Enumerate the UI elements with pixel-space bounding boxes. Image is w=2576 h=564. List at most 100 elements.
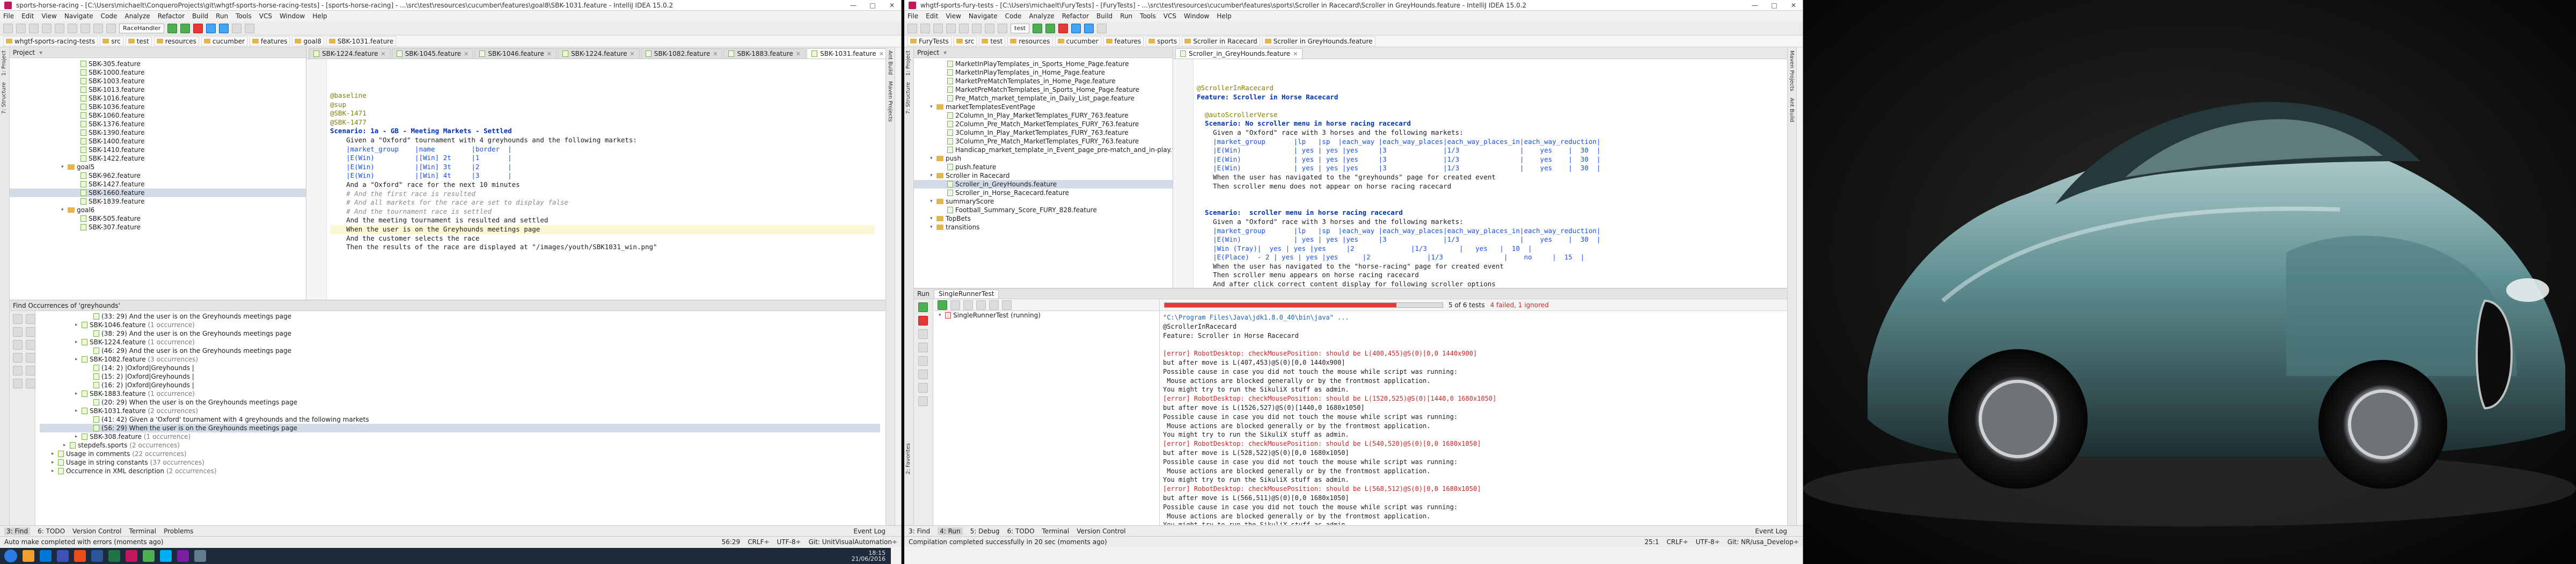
- menu-item-tools[interactable]: Tools: [236, 12, 252, 20]
- menu-item-edit[interactable]: Edit: [926, 12, 938, 20]
- menu-item-navigate[interactable]: Navigate: [969, 12, 998, 20]
- menu-item-view[interactable]: View: [946, 12, 961, 20]
- sync-icon[interactable]: [29, 23, 39, 33]
- vcs-commit-icon[interactable]: [1084, 23, 1094, 33]
- project-panel-title[interactable]: Project: [13, 49, 35, 56]
- sync-icon[interactable]: [933, 23, 943, 33]
- menu-item-window[interactable]: Window: [280, 12, 305, 20]
- find-result-row[interactable]: ▸ stepdefs.sports (2 occurrences): [40, 441, 880, 450]
- expand-arrow-icon[interactable]: ▾: [61, 207, 65, 213]
- find-result-row[interactable]: (16: 2) |Oxford|Greyhounds |: [40, 381, 880, 389]
- rerun-icon[interactable]: [918, 302, 928, 312]
- find-result-row[interactable]: ▸ SBK-1046.feature (1 occurrence): [40, 321, 880, 329]
- close-tab-icon[interactable]: ✕: [1293, 50, 1298, 57]
- breadcrumb-item[interactable]: sports: [1146, 36, 1180, 46]
- tree-file-node[interactable]: SBK-962.feature: [10, 171, 306, 180]
- breadcrumb-item[interactable]: Scroller in GreyHounds.feature: [1262, 36, 1375, 46]
- breadcrumb-item[interactable]: features: [249, 36, 290, 46]
- tree-folder-node[interactable]: ▾ summaryScore: [914, 197, 1173, 206]
- expand-arrow-icon[interactable]: ▸: [52, 460, 56, 465]
- undo-icon[interactable]: [42, 23, 52, 33]
- tree-file-node[interactable]: Football_Summary_Score_FURY_828.feature: [914, 206, 1173, 214]
- tree-file-node[interactable]: SBK-1016.feature: [10, 94, 306, 103]
- tree-folder-node[interactable]: ▾ goal6: [10, 206, 306, 214]
- breadcrumb-item[interactable]: test: [125, 36, 152, 46]
- skype-icon[interactable]: [160, 550, 172, 562]
- find-result-row[interactable]: ▸ Occurrence in XML description (2 occurre…: [40, 467, 880, 475]
- tree-folder-node[interactable]: ▾ goal5: [10, 163, 306, 171]
- ant-build-tab[interactable]: Ant Build: [886, 47, 894, 78]
- close-tab-icon[interactable]: ✕: [713, 50, 718, 57]
- tree-file-node[interactable]: Scroller_in_GreyHounds.feature: [914, 180, 1173, 189]
- close-run-icon[interactable]: [918, 396, 928, 406]
- debug-icon[interactable]: [1045, 23, 1056, 33]
- tree-file-node[interactable]: MarketPreMatchTemplates_in_Home_Page.fea…: [914, 77, 1173, 85]
- vcs-commit-icon[interactable]: [219, 23, 229, 33]
- filter-icon[interactable]: [26, 327, 35, 337]
- menu-item-code[interactable]: Code: [1005, 12, 1022, 20]
- editor-tab[interactable]: SBK-1046.feature ✕: [474, 48, 557, 59]
- find-result-row[interactable]: ▸ Usage in string constants (37 occurrence…: [40, 458, 880, 467]
- find-result-row[interactable]: (38: 29) And the user is on the Greyhoun…: [40, 329, 880, 338]
- expand-arrow-icon[interactable]: ▸: [75, 391, 79, 396]
- tree-file-node[interactable]: SBK-1410.feature: [10, 146, 306, 154]
- status-widget[interactable]: CRLF÷: [1666, 538, 1688, 546]
- editor-tab[interactable]: SBK-1082.feature ✕: [640, 48, 723, 59]
- find-result-row[interactable]: (41: 42) Given a 'Oxford' tournament wit…: [40, 415, 880, 424]
- pin-icon[interactable]: [13, 340, 23, 350]
- breadcrumb-item[interactable]: cucumber: [1055, 36, 1101, 46]
- tree-folder-node[interactable]: ▾ push: [914, 154, 1173, 163]
- close-tab-icon[interactable]: ✕: [464, 50, 469, 57]
- event-log-tab[interactable]: Event Log: [853, 527, 885, 535]
- ie-browser-icon[interactable]: [40, 550, 52, 562]
- expand-arrow-icon[interactable]: ▸: [52, 468, 56, 474]
- previous-icon[interactable]: [13, 366, 23, 375]
- breadcrumb-item[interactable]: resources: [153, 36, 199, 46]
- find-result-row[interactable]: ▸ SBK-1031.feature (2 occurrences): [40, 407, 880, 415]
- expand-all-icon[interactable]: [918, 343, 928, 352]
- tree-file-node[interactable]: push.feature: [914, 163, 1173, 171]
- menu-item-run[interactable]: Run: [1120, 12, 1132, 20]
- project-tool-tab[interactable]: 1: Project: [904, 47, 912, 79]
- tree-file-node[interactable]: SBK-1400.feature: [10, 137, 306, 146]
- status-widget[interactable]: UTF-8÷: [777, 538, 801, 546]
- tree-file-node[interactable]: 3Column_Pre_Match_MarketTemplates_FURY_7…: [914, 137, 1173, 146]
- tree-file-node[interactable]: SBK-1013.feature: [10, 85, 306, 94]
- menu-item-build[interactable]: Build: [1096, 12, 1113, 20]
- bottom-tool-tab[interactable]: 5: Debug: [970, 527, 1000, 535]
- stop-run-icon[interactable]: [918, 316, 928, 326]
- settings-find-icon[interactable]: [13, 379, 23, 388]
- group-icon[interactable]: [26, 314, 35, 324]
- find-result-row[interactable]: (46: 29) And the user is on the Greyhoun…: [40, 346, 880, 355]
- run-console-output[interactable]: "C:\Program Files\Java\jdk1.8.0_40\bin\j…: [1160, 311, 1787, 525]
- expand-arrow-icon[interactable]: ▾: [61, 164, 65, 170]
- menu-item-view[interactable]: View: [41, 12, 56, 20]
- tree-file-node[interactable]: SBK-1390.feature: [10, 128, 306, 137]
- settings-icon[interactable]: [1097, 23, 1107, 33]
- copy-icon[interactable]: [80, 23, 90, 33]
- expand-arrow-icon[interactable]: ▾: [930, 156, 934, 161]
- editor-tab[interactable]: SBK-1883.feature ✕: [723, 48, 806, 59]
- menu-item-run[interactable]: Run: [216, 12, 228, 20]
- tree-folder-node[interactable]: ▾ transitions: [914, 223, 1173, 232]
- bottom-tool-tab[interactable]: 3: Find: [4, 527, 31, 535]
- find-result-row[interactable]: ▸ Usage in comments (22 occurrences): [40, 450, 880, 458]
- save-icon[interactable]: [16, 23, 26, 33]
- expand-arrow-icon[interactable]: ▾: [930, 216, 934, 221]
- chrome-icon[interactable]: [143, 550, 155, 562]
- open-icon[interactable]: [908, 23, 917, 33]
- stop-icon[interactable]: [1058, 23, 1069, 33]
- vcs-update-icon[interactable]: [206, 23, 216, 33]
- menu-item-vcs[interactable]: VCS: [259, 12, 272, 20]
- settings-icon[interactable]: [232, 23, 242, 33]
- cut-icon[interactable]: [972, 23, 982, 33]
- expand-arrow-icon[interactable]: ▸: [63, 443, 68, 448]
- redo-icon[interactable]: [959, 23, 969, 33]
- paste-icon[interactable]: [998, 23, 1007, 33]
- show-ignored-icon[interactable]: [950, 300, 960, 310]
- bottom-tool-tab[interactable]: Problems: [164, 527, 193, 535]
- test-tree-root[interactable]: ▾ SingleRunnerTest (running): [934, 311, 1159, 320]
- sort-duration-icon[interactable]: [976, 300, 986, 310]
- run-config-select[interactable]: RaceHandler: [119, 23, 165, 33]
- menu-item-code[interactable]: Code: [101, 12, 118, 20]
